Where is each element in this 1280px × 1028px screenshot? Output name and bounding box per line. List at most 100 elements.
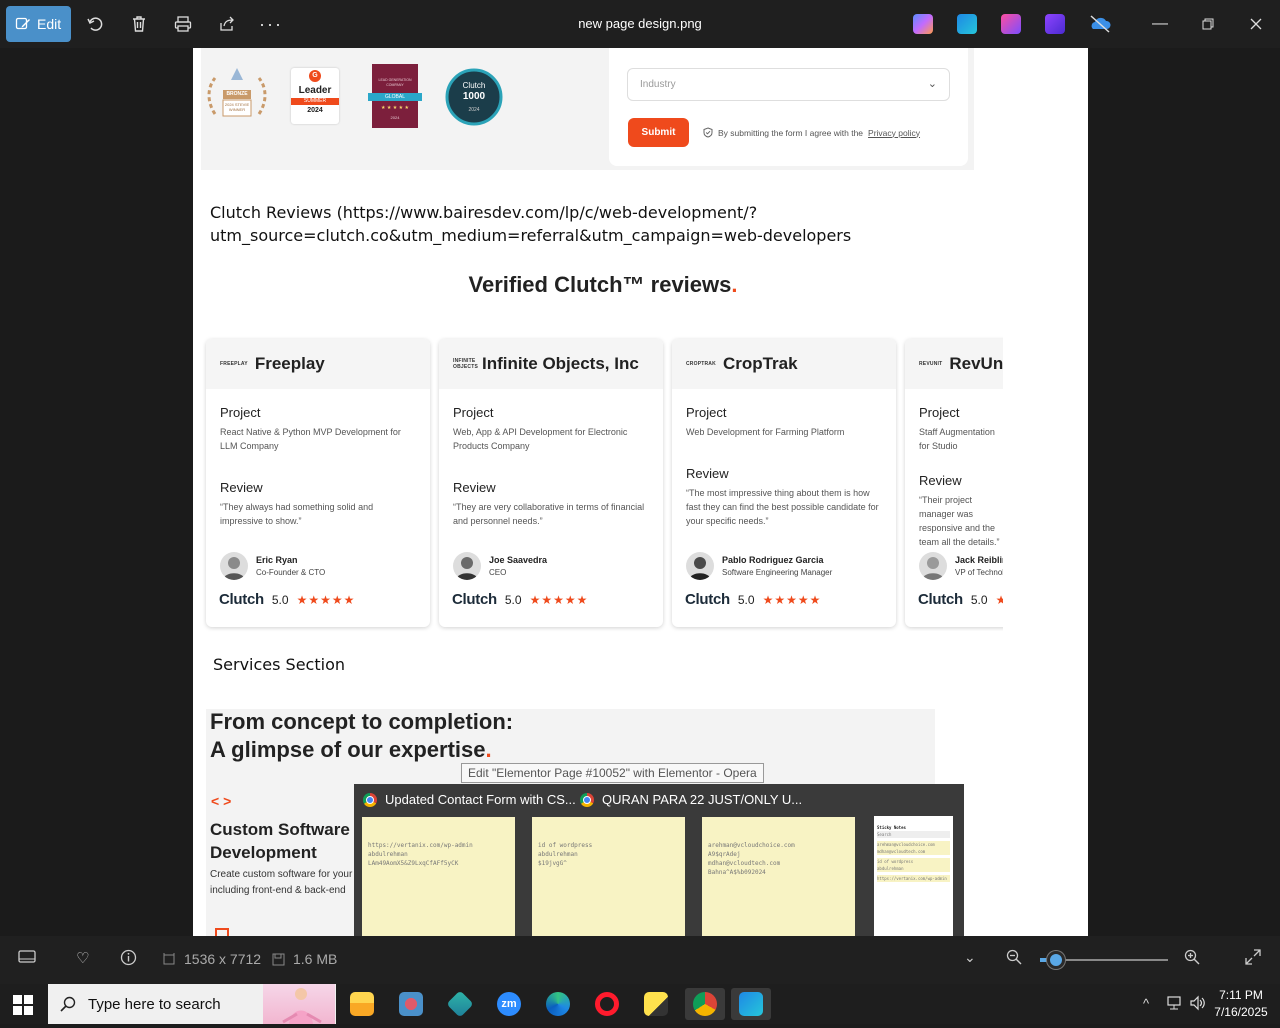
- dimensions-text: 1536 x 7712: [184, 951, 262, 967]
- tray-overflow-button[interactable]: ^: [1143, 996, 1149, 1011]
- photos-taskbar-button[interactable]: [731, 988, 771, 1020]
- stevie-award-badge: BRONZE 2024 STEVIE WINNER: [205, 64, 269, 133]
- submit-button[interactable]: Submit: [628, 118, 689, 147]
- taskbar-search-box[interactable]: Type here to search: [48, 984, 336, 1024]
- more-options-button[interactable]: ···: [253, 6, 289, 42]
- more-icon: ···: [259, 13, 283, 34]
- info-icon: [120, 949, 137, 966]
- preview-window-1[interactable]: Updated Contact Form with CS...: [363, 792, 576, 807]
- favorite-button[interactable]: ♡: [76, 949, 89, 967]
- zoom-out-icon: [1006, 949, 1022, 965]
- global-company-badge: LEAD GENERATION COMPANY GLOBAL ★ ★ ★ ★ ★…: [368, 64, 422, 128]
- clutch-logo: Clutch: [918, 591, 963, 608]
- review-label: Review: [919, 473, 962, 488]
- clipchamp-icon[interactable]: [1001, 14, 1021, 34]
- volume-button[interactable]: [1189, 995, 1207, 1016]
- file-explorer-icon: [350, 992, 374, 1016]
- restore-button[interactable]: [1193, 10, 1223, 38]
- delete-button[interactable]: [121, 6, 157, 42]
- filmstrip-icon: [18, 950, 36, 963]
- restore-icon: [1202, 18, 1214, 30]
- sticky-notes-taskbar-button[interactable]: [636, 988, 676, 1020]
- project-text: Web, App & API Development for Electroni…: [453, 427, 628, 451]
- note-line: id of wordpress: [538, 842, 593, 849]
- note-line: A9$qrAdej: [708, 851, 741, 858]
- taskbar-clock[interactable]: 7:11 PM 7/16/2025: [1208, 987, 1274, 1021]
- app-taskbar-button[interactable]: [440, 988, 480, 1020]
- company-logo: FREEPLAY: [220, 361, 248, 367]
- close-icon: [1250, 18, 1262, 30]
- file-explorer-taskbar-button[interactable]: [342, 988, 382, 1020]
- print-button[interactable]: [165, 6, 201, 42]
- service-title-line2: Development: [210, 843, 317, 862]
- snipping-tool-taskbar-button[interactable]: [391, 988, 431, 1020]
- reviews-heading-text: Verified Clutch™ reviews: [468, 272, 732, 297]
- opera-taskbar-button[interactable]: [587, 988, 627, 1020]
- video-editor-icon[interactable]: [1045, 14, 1065, 34]
- network-button[interactable]: [1166, 995, 1184, 1016]
- review-text: “They are very collaborative in terms of…: [453, 502, 645, 526]
- project-label: Project: [919, 405, 960, 420]
- onedrive-icon[interactable]: [1089, 14, 1111, 34]
- copilot-icon[interactable]: [913, 14, 933, 34]
- chrome-taskbar-button[interactable]: [685, 988, 725, 1020]
- chrome-icon: [363, 792, 377, 807]
- expand-icon: [1245, 949, 1261, 965]
- close-button[interactable]: [1241, 10, 1271, 38]
- minimize-button[interactable]: —: [1145, 10, 1175, 38]
- global-badge-year: 2024: [390, 115, 400, 120]
- zoom-slider-thumb[interactable]: [1047, 951, 1065, 969]
- zoom-in-button[interactable]: [1184, 949, 1200, 969]
- card-header: REVUNIT RevUnit: [905, 339, 1003, 389]
- note-line: https://vertanix.com/wp-admin: [368, 842, 473, 849]
- share-button[interactable]: [209, 6, 245, 42]
- fullscreen-button[interactable]: [1245, 949, 1261, 969]
- edit-button[interactable]: Edit: [6, 6, 71, 42]
- review-card-freeplay: FREEPLAY Freeplay Project React Native &…: [206, 339, 430, 627]
- global-badge-ribbon: GLOBAL: [368, 93, 422, 101]
- clutch-rating: Clutch 5.0 ★★★★★: [918, 591, 1003, 608]
- network-icon: [1167, 996, 1181, 1010]
- zoom-dropdown-chevron[interactable]: ⌄: [964, 949, 976, 966]
- avatar: [453, 552, 481, 580]
- reviewer: Eric Ryan Co-Founder & CTO: [220, 552, 325, 580]
- zoom-out-button[interactable]: [1006, 949, 1022, 969]
- reviewer-name: Eric Ryan: [256, 555, 298, 565]
- rating-score: 5.0: [737, 592, 755, 607]
- zoom-taskbar-button[interactable]: zm: [489, 988, 529, 1020]
- global-badge-line1: LEAD GENERATION: [378, 78, 412, 82]
- reviewer: Jack Reibling VP of Technology: [919, 552, 1003, 580]
- review-label: Review: [686, 466, 729, 481]
- zoom-app-icon: zm: [497, 992, 521, 1016]
- g2-badge-season: SUMMER: [291, 98, 339, 105]
- expertise-heading: From concept to completion: A glimpse of…: [210, 708, 513, 764]
- rotate-icon: [87, 17, 103, 31]
- clutch-rating: Clutch 5.0 ★★★★★: [685, 591, 821, 608]
- clutch-badge-year: 2024: [468, 107, 480, 113]
- clutch-logo: Clutch: [219, 591, 264, 608]
- note-line: mdhan@vcloudtech.com: [877, 848, 950, 855]
- privacy-policy-link[interactable]: Privacy policy: [868, 128, 920, 138]
- service-description-line2: including front-end & back-end: [210, 885, 346, 896]
- note-line: id of wordpress: [877, 858, 950, 865]
- project-text: Web Development for Farming Platform: [686, 427, 845, 437]
- service-description: Create custom software for your includin…: [210, 867, 358, 899]
- info-button[interactable]: [120, 949, 137, 970]
- preview-window-2[interactable]: QURAN PARA 22 JUST/ONLY U...: [580, 792, 802, 807]
- photos-app-icon: [739, 992, 763, 1016]
- project-text: React Native & Python MVP Development fo…: [220, 427, 401, 451]
- trash-icon: [133, 16, 145, 32]
- photos-app-icon[interactable]: [957, 14, 977, 34]
- opera-icon: [595, 992, 619, 1016]
- edge-taskbar-button[interactable]: [538, 988, 578, 1020]
- windows-start-icon[interactable]: [12, 994, 34, 1016]
- zoom-in-icon: [1184, 949, 1200, 965]
- industry-select[interactable]: Industry ⌄: [627, 68, 950, 101]
- clutch-logo: Clutch: [685, 591, 730, 608]
- note-line: abdulrehman: [368, 851, 408, 858]
- viewer-title-bar: Edit ··· new page design.png —: [0, 0, 1280, 48]
- service-title-line1: Custom Software: [210, 820, 350, 839]
- filmstrip-button[interactable]: [18, 949, 36, 969]
- clock-time: 7:11 PM: [1219, 988, 1263, 1002]
- rotate-button[interactable]: [77, 6, 113, 42]
